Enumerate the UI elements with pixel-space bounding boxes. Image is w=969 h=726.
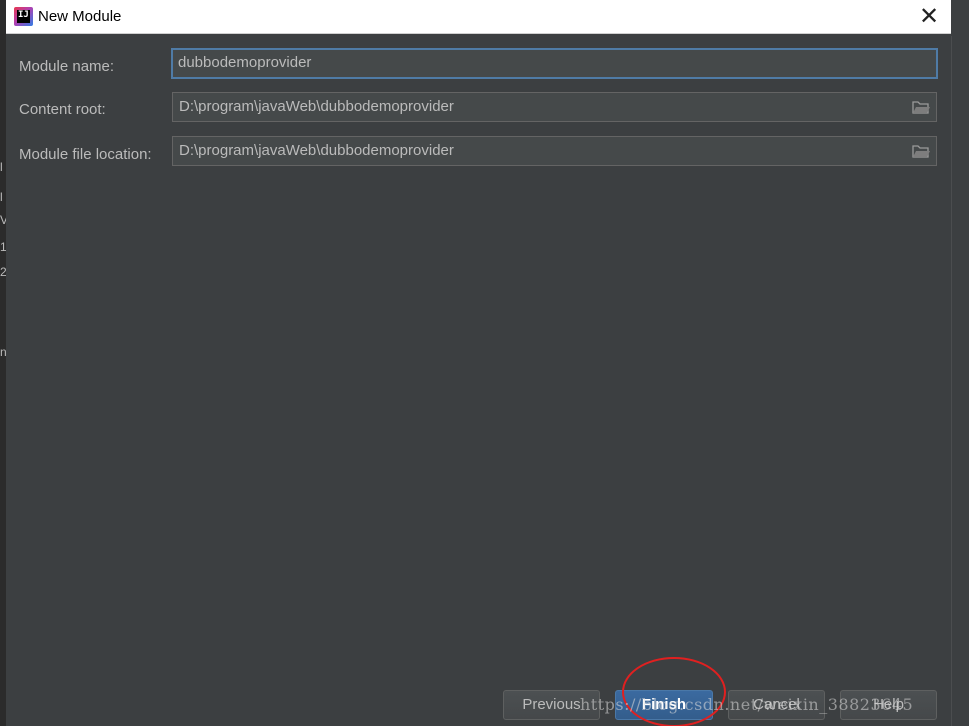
module-file-location-value: D:\program\javaWeb\dubbodemoprovider (179, 142, 454, 159)
module-name-row: Module name: dubbodemoprovider (6, 48, 951, 82)
content-root-row: Content root: D:\program\javaWeb\dubbode… (6, 92, 951, 126)
finish-button[interactable]: Finish (615, 690, 713, 720)
intellij-idea-icon: IJ (14, 7, 33, 26)
title-bar: IJ New Module ✕ (6, 0, 951, 34)
background-ide-right (951, 36, 969, 726)
folder-icon[interactable] (912, 144, 930, 158)
close-icon[interactable]: ✕ (917, 4, 941, 29)
cancel-button[interactable]: Cancel (728, 690, 825, 720)
previous-button[interactable]: Previous (503, 690, 600, 720)
help-button[interactable]: Help (840, 690, 937, 720)
content-root-input[interactable]: D:\program\javaWeb\dubbodemoprovider (172, 92, 937, 122)
dialog-title: New Module (38, 8, 122, 25)
module-file-location-label: Module file location: (19, 146, 152, 163)
module-file-location-row: Module file location: D:\program\javaWeb… (6, 136, 951, 170)
content-root-value: D:\program\javaWeb\dubbodemoprovider (179, 98, 454, 115)
module-file-location-input[interactable]: D:\program\javaWeb\dubbodemoprovider (172, 136, 937, 166)
module-name-label: Module name: (19, 58, 115, 75)
content-root-label: Content root: (19, 101, 106, 118)
folder-icon[interactable] (912, 100, 930, 114)
module-name-input[interactable]: dubbodemoprovider (171, 48, 938, 79)
new-module-dialog: IJ New Module ✕ Module name: dubbodemopr… (6, 0, 951, 726)
